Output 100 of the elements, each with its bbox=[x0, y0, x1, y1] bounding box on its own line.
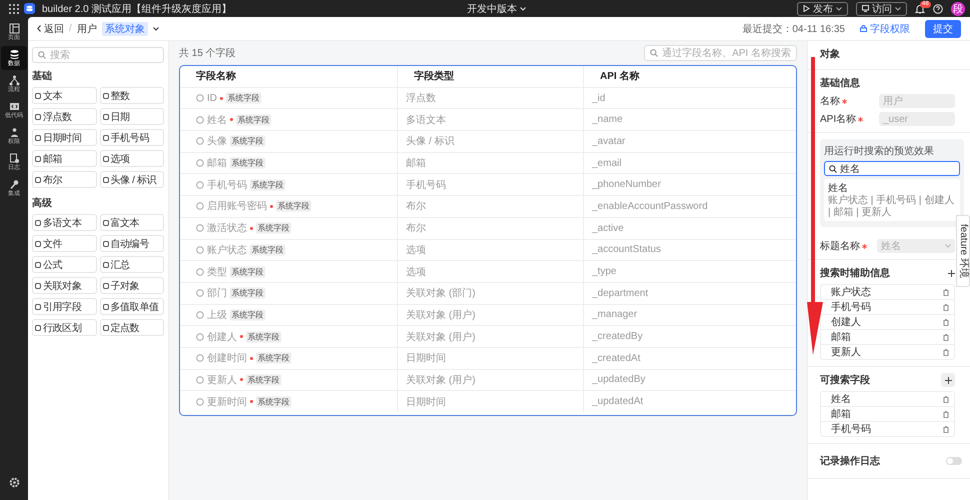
column-header: API 名称 bbox=[599, 70, 640, 84]
field-type-item[interactable]: 选项 bbox=[100, 150, 164, 167]
help-icon[interactable] bbox=[933, 4, 943, 14]
system-tag: 系统字段 bbox=[230, 266, 266, 278]
monitor-icon bbox=[862, 5, 869, 12]
field-type-item[interactable]: 文件 bbox=[32, 235, 96, 252]
column-header: 字段名称 bbox=[180, 66, 398, 87]
square-icon bbox=[35, 240, 41, 246]
field-name: 头像 bbox=[207, 134, 227, 148]
field-type-item[interactable]: 布尔 bbox=[32, 171, 96, 188]
toggle-switch[interactable] bbox=[946, 457, 962, 465]
field-type-item[interactable]: 公式 bbox=[32, 256, 96, 273]
system-tag: 系统字段 bbox=[230, 309, 266, 320]
preview-search-field[interactable]: 姓名 bbox=[824, 161, 960, 176]
trash-icon[interactable] bbox=[943, 396, 949, 402]
system-tag: 系统字段 bbox=[276, 200, 312, 212]
table-cell-text: _active bbox=[590, 222, 625, 236]
square-icon bbox=[102, 114, 108, 120]
group-title: 高级 bbox=[32, 196, 53, 210]
feature-tab[interactable]: feature 环境 bbox=[956, 215, 970, 287]
square-icon bbox=[35, 262, 41, 268]
trash-icon[interactable] bbox=[943, 304, 949, 310]
field-type-item[interactable]: 子对象 bbox=[100, 277, 164, 294]
group-title: 基础 bbox=[32, 70, 53, 83]
table-cell-text: _enableAccountPassword bbox=[590, 200, 709, 214]
trash-icon[interactable] bbox=[943, 318, 949, 326]
field-type-item[interactable]: 行政区划 bbox=[32, 319, 96, 336]
object-tag: 系统对象 bbox=[102, 22, 148, 36]
field-type-item[interactable]: 多值取单值 bbox=[100, 298, 164, 315]
list-item[interactable]: 姓名 bbox=[821, 392, 954, 407]
field-type-item[interactable]: 日期时间 bbox=[32, 129, 96, 146]
add-icon[interactable] bbox=[948, 270, 955, 276]
table-cell: 关联对象 (用户) bbox=[398, 326, 584, 347]
system-tag: 系统字段 bbox=[230, 288, 266, 299]
field-type-item[interactable]: 汇总 bbox=[100, 256, 164, 273]
field-name: 更新人 bbox=[207, 374, 237, 387]
table-cell-text: _updatedBy bbox=[590, 373, 646, 388]
table-cell: 日期时间 bbox=[398, 348, 584, 369]
field-type-item[interactable]: 邮箱 bbox=[32, 150, 96, 167]
trash-icon[interactable] bbox=[943, 348, 949, 356]
trash-icon[interactable] bbox=[943, 410, 949, 418]
required-dot bbox=[240, 378, 243, 382]
caret-icon bbox=[945, 244, 951, 248]
list-item[interactable]: 更新人 bbox=[821, 345, 954, 359]
field-type-item[interactable]: 引用字段 bbox=[32, 298, 96, 315]
required-dot bbox=[250, 356, 253, 360]
last-commit-time: 最近提交：04-11 16:35 bbox=[742, 22, 845, 36]
app-logo-icon bbox=[24, 3, 35, 14]
panel-title: 对象 bbox=[808, 41, 970, 70]
field-type-item[interactable]: 定点数 bbox=[100, 319, 164, 336]
field-name: 创建时间 bbox=[207, 352, 247, 366]
list-item[interactable]: 邮箱 bbox=[821, 330, 954, 345]
apps-grid-icon[interactable] bbox=[9, 4, 19, 14]
table-cell-text: _accountStatus bbox=[590, 243, 662, 258]
user-avatar[interactable]: 段 bbox=[951, 2, 965, 16]
field-permissions-link[interactable]: 字段权限 bbox=[860, 22, 910, 36]
field-type-item[interactable]: 文本 bbox=[32, 87, 96, 104]
circle-icon bbox=[196, 289, 204, 298]
field-name: 创建人 bbox=[207, 330, 237, 344]
bell-icon[interactable] bbox=[915, 4, 925, 14]
list-item[interactable]: 账户状态 bbox=[821, 285, 954, 300]
field-type-item[interactable]: 手机号码 bbox=[100, 129, 164, 146]
table-cell-text: _createdBy bbox=[590, 330, 644, 344]
version-dropdown[interactable]: 开发中版本 bbox=[467, 2, 526, 16]
code-icon bbox=[8, 101, 20, 112]
system-tag: 系统字段 bbox=[250, 244, 286, 256]
field-type-item[interactable]: 日期 bbox=[100, 108, 164, 125]
trash-icon[interactable] bbox=[943, 334, 949, 340]
visit-button[interactable]: 访问 bbox=[856, 2, 907, 16]
field-label: 名称 bbox=[820, 95, 840, 108]
column-header: 字段类型 bbox=[398, 66, 584, 87]
circle-icon bbox=[196, 180, 204, 189]
field-type-item[interactable]: 整数 bbox=[100, 87, 164, 104]
field-name: 上级 bbox=[207, 308, 227, 322]
list-item[interactable]: 手机号码 bbox=[821, 422, 954, 436]
key-icon bbox=[8, 179, 20, 190]
required-dot bbox=[240, 335, 243, 338]
trash-icon[interactable] bbox=[943, 288, 949, 296]
trash-icon[interactable] bbox=[943, 426, 949, 432]
field-type-item[interactable]: 浮点数 bbox=[32, 108, 96, 125]
submit-button[interactable]: 提交 bbox=[925, 20, 961, 38]
add-button[interactable] bbox=[941, 373, 955, 387]
square-icon bbox=[102, 156, 108, 162]
preview-caption: 用运行时搜索的预览效果 bbox=[824, 144, 935, 158]
publish-button[interactable]: 发布 bbox=[797, 2, 848, 16]
field-type-item[interactable]: 多语文本 bbox=[32, 214, 96, 231]
table-cell: 头像 / 标识 bbox=[398, 131, 584, 152]
field-type-item[interactable]: 自动编号 bbox=[100, 235, 164, 252]
field-type-item[interactable]: 头像 / 标识 bbox=[100, 171, 164, 188]
list-item[interactable]: 创建人 bbox=[821, 315, 954, 330]
settings-icon[interactable] bbox=[8, 477, 20, 488]
back-link[interactable]: 返回 bbox=[37, 22, 64, 36]
field-type-item[interactable]: 关联对象 bbox=[32, 277, 96, 294]
list-item[interactable]: 邮箱 bbox=[821, 407, 954, 422]
plus-icon bbox=[944, 376, 952, 384]
field-type-item[interactable]: 富文本 bbox=[100, 214, 164, 231]
square-icon bbox=[35, 114, 41, 120]
result-subtitle: 账户状态 | 手机号码 | 创建人 | 邮箱 | 更新人 bbox=[828, 195, 956, 219]
square-icon bbox=[35, 134, 41, 140]
section-title: 可搜索字段 bbox=[820, 373, 870, 387]
